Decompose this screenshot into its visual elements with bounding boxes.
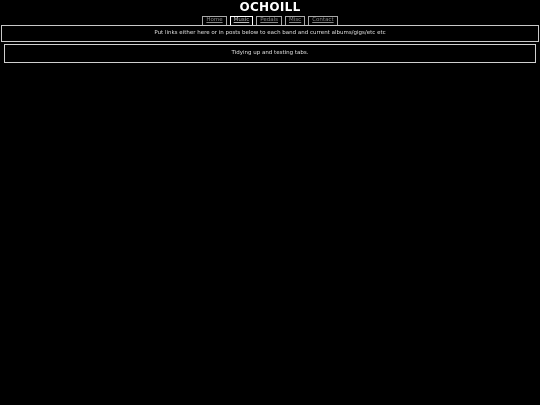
info-text: Put links either here or in posts below …: [154, 30, 386, 36]
tab-pedals[interactable]: Pedals: [256, 16, 283, 25]
tab-misc[interactable]: Misc: [285, 16, 306, 25]
nav-tabs: Home Music Pedals Misc Contact: [0, 16, 540, 26]
site-title: OCHOILL: [239, 0, 301, 14]
info-box: Put links either here or in posts below …: [1, 25, 539, 42]
tab-contact[interactable]: Contact: [308, 16, 338, 25]
tab-home[interactable]: Home: [202, 16, 227, 25]
post-text: Tidying up and testing tabs.: [231, 50, 309, 56]
post-box: Tidying up and testing tabs.: [4, 44, 536, 63]
